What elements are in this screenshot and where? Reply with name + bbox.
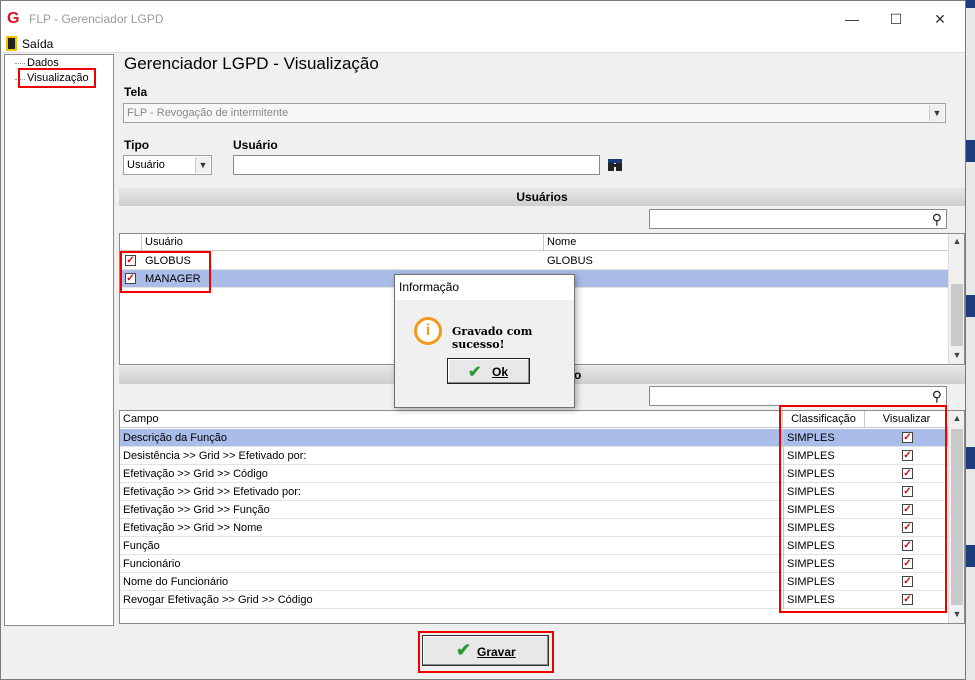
app-logo-icon: G [7, 10, 20, 27]
info-icon: i [414, 317, 442, 345]
fields-section-title: o [574, 368, 582, 382]
scroll-up-icon[interactable]: ▲ [949, 413, 964, 427]
search-icon[interactable]: ⚲ [932, 211, 942, 228]
scroll-down-icon[interactable]: ▼ [949, 350, 964, 364]
maximize-button[interactable]: ☐ [874, 7, 918, 31]
scroll-up-icon[interactable]: ▲ [949, 236, 964, 250]
tela-select[interactable]: FLP - Revogação de intermitente ▼ [123, 103, 946, 123]
search-icon[interactable]: ⚲ [932, 388, 942, 405]
fields-col-campo[interactable]: Campo [120, 411, 783, 428]
users-grid-scrollbar[interactable]: ▲ ▼ [948, 234, 964, 364]
main-window: G FLP - Gerenciador LGPD — ☐ ✕ Saída Dad… [0, 0, 966, 680]
highlight-box [120, 251, 211, 293]
cell-campo: Funcionário [123, 558, 181, 570]
cell-campo: Efetivação >> Grid >> Nome [123, 522, 263, 534]
cell-campo: Efetivação >> Grid >> Código [123, 468, 268, 480]
navigation-tree: Dados Visualização [4, 54, 114, 626]
tipo-label: Tipo [124, 138, 150, 152]
highlight-box [18, 68, 96, 88]
fields-grid-scrollbar[interactable]: ▲ ▼ [948, 411, 964, 623]
users-col-usuario[interactable]: Usuário [142, 234, 544, 251]
usuario-label: Usuário [233, 138, 278, 152]
fields-search-input[interactable]: ⚲ [649, 386, 947, 406]
exit-door-icon[interactable] [6, 36, 17, 51]
tree-connector [15, 63, 25, 64]
scrollbar-thumb[interactable] [951, 284, 963, 346]
binoculars-icon[interactable] [607, 158, 623, 172]
page-title: Gerenciador LGPD - Visualização [124, 54, 379, 73]
users-section-header: Usuários [119, 188, 965, 206]
close-button[interactable]: ✕ [918, 7, 962, 31]
cell-campo: Revogar Efetivação >> Grid >> Código [123, 594, 313, 606]
scrollbar-thumb[interactable] [951, 429, 963, 605]
cell-campo: Nome do Funcionário [123, 576, 229, 588]
highlight-box [779, 405, 947, 613]
table-row[interactable]: ✓ GLOBUS GLOBUS [120, 252, 950, 270]
cell-campo: Desistência >> Grid >> Efetivado por: [123, 450, 307, 462]
users-search-input[interactable]: ⚲ [649, 209, 947, 229]
tipo-select[interactable]: Usuário ▼ [123, 155, 212, 175]
menu-exit[interactable]: Saída [22, 37, 53, 51]
dialog-message: Gravado com sucesso! [452, 325, 533, 351]
cell-nome: GLOBUS [547, 255, 593, 267]
highlight-box [418, 631, 554, 673]
tipo-value: Usuário [127, 159, 165, 171]
window-title: FLP - Gerenciador LGPD [29, 12, 164, 26]
usuario-input[interactable] [233, 155, 600, 175]
ok-button-label: Ok [492, 365, 509, 379]
menu-bar: Saída [1, 36, 965, 53]
users-grid-corner [120, 234, 142, 251]
cell-campo: Função [123, 540, 160, 552]
check-icon: ✔ [468, 364, 482, 381]
cell-campo: Descrição da Função [123, 432, 227, 444]
ok-button[interactable]: ✔ Ok [447, 358, 530, 384]
info-dialog: Informação i Gravado com sucesso! ✔ Ok [394, 274, 575, 408]
cell-campo: Efetivação >> Grid >> Função [123, 504, 270, 516]
tela-label: Tela [124, 85, 148, 99]
scroll-down-icon[interactable]: ▼ [949, 609, 964, 623]
minimize-button[interactable]: — [830, 7, 874, 31]
cell-campo: Efetivação >> Grid >> Efetivado por: [123, 486, 301, 498]
chevron-down-icon[interactable]: ▼ [195, 157, 210, 173]
chevron-down-icon[interactable]: ▼ [929, 105, 944, 121]
users-col-nome[interactable]: Nome [544, 234, 950, 251]
dialog-title: Informação [395, 275, 574, 300]
title-bar: G FLP - Gerenciador LGPD — ☐ ✕ [1, 1, 965, 37]
tela-value: FLP - Revogação de intermitente [127, 107, 289, 119]
